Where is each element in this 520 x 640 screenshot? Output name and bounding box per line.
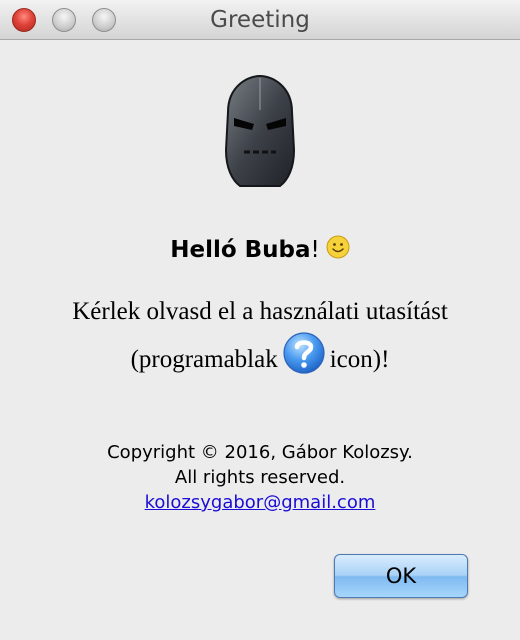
copyright-line: Copyright © 2016, Gábor Kolozsy. xyxy=(107,442,413,463)
email-link[interactable]: kolozsygabor@gmail.com xyxy=(145,492,376,513)
smiley-icon xyxy=(326,235,350,259)
instruction-after-icon: icon)! xyxy=(329,346,390,373)
instruction-line-2: (programablak icon)! xyxy=(0,332,520,384)
title-bar: Greeting xyxy=(0,0,520,40)
greeting-name: Buba xyxy=(244,237,311,263)
greeting-suffix: ! xyxy=(310,237,320,263)
greeting-text: Helló Buba! xyxy=(0,232,520,268)
copyright-block: Copyright © 2016, Gábor Kolozsy. All rig… xyxy=(0,440,520,515)
window-title: Greeting xyxy=(210,7,310,33)
instruction-line-1: Kérlek olvasd el a használati utasítást xyxy=(72,298,448,325)
iron-helmet-icon xyxy=(224,74,296,187)
rights-line: All rights reserved. xyxy=(174,467,346,488)
greeting-prefix: Helló xyxy=(170,237,245,263)
help-question-icon xyxy=(283,332,325,374)
instruction-before-icon: (programablak xyxy=(130,346,278,373)
ok-button[interactable]: OK xyxy=(334,554,468,598)
